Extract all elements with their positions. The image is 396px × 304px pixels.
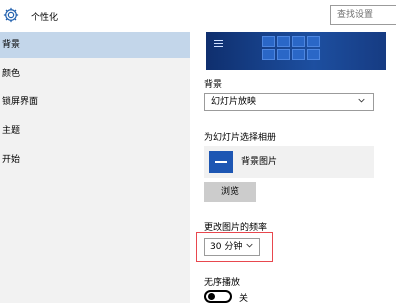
chevron-down-icon (358, 98, 365, 103)
menu-icon (214, 40, 223, 41)
search-input[interactable] (331, 6, 396, 24)
search-box[interactable] (330, 5, 396, 25)
sidebar-item-background[interactable]: 背景 (0, 32, 190, 58)
page-title: 个性化 (31, 13, 59, 23)
sidebar-item-label: 背景 (2, 40, 21, 50)
frequency-dropdown[interactable]: 30 分钟 (204, 238, 260, 256)
sidebar-item-lock-screen[interactable]: 锁屏界面 (0, 89, 190, 115)
background-dropdown[interactable]: 幻灯片放映 (204, 93, 374, 111)
background-label: 背景 (204, 80, 223, 90)
preview-tile (262, 49, 275, 60)
sidebar-item-label: 开始 (2, 155, 21, 165)
toggle-knob (208, 293, 215, 300)
preview-tile (292, 49, 305, 60)
sidebar-item-label: 锁屏界面 (2, 97, 39, 107)
title-bar: 个性化 (0, 0, 396, 32)
preview-tile (262, 36, 275, 47)
preview-tile (307, 36, 320, 47)
background-preview (206, 32, 386, 70)
shuffle-state: 关 (239, 294, 249, 304)
gear-icon (3, 7, 19, 23)
sidebar: 背景 颜色 锁屏界面 主题 开始 (0, 32, 190, 303)
chevron-down-icon (246, 243, 253, 248)
sidebar-item-start[interactable]: 开始 (0, 147, 190, 173)
sidebar-item-themes[interactable]: 主题 (0, 118, 190, 144)
preview-tile (277, 36, 290, 47)
preview-tile (292, 36, 305, 47)
frequency-value: 30 分钟 (210, 242, 243, 252)
main-content: 背景 幻灯片放映 为幻灯片选择相册 背景图片 浏览 更改图片的频率 30 分钟 … (190, 32, 396, 304)
preview-tile (277, 49, 290, 60)
sidebar-item-label: 颜色 (2, 69, 21, 79)
album-name: 背景图片 (241, 157, 278, 167)
sidebar-item-colors[interactable]: 颜色 (0, 61, 190, 87)
album-thumbnail (209, 151, 233, 173)
shuffle-label: 无序播放 (204, 278, 241, 288)
album-section-label: 为幻灯片选择相册 (204, 133, 277, 143)
browse-button[interactable]: 浏览 (204, 182, 256, 202)
album-item[interactable]: 背景图片 (204, 146, 374, 178)
preview-tile (307, 49, 320, 60)
sidebar-item-label: 主题 (2, 126, 21, 136)
shuffle-toggle[interactable] (204, 290, 232, 303)
background-dropdown-value: 幻灯片放映 (211, 97, 257, 107)
